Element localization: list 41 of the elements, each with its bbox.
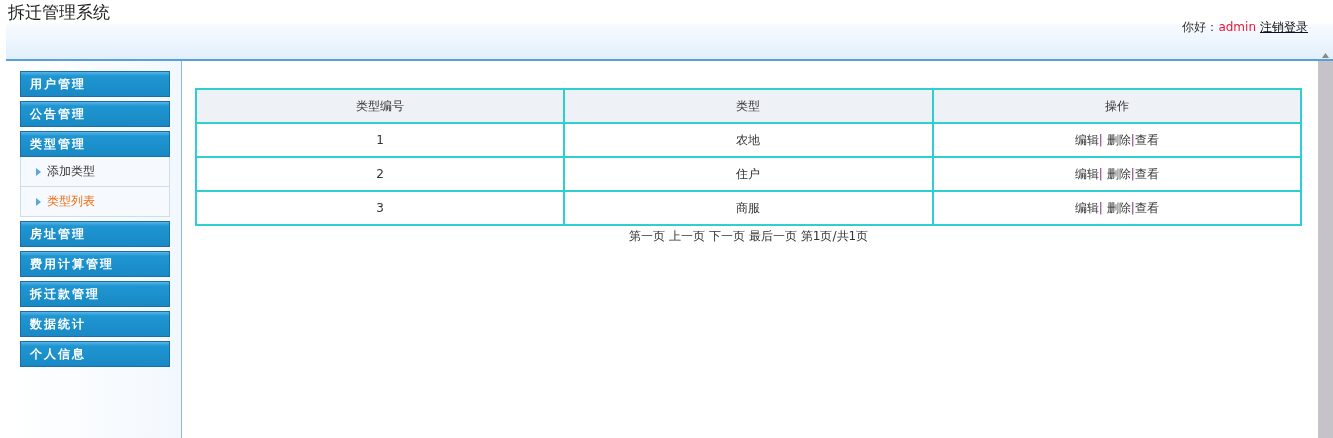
separator: | [1130, 200, 1135, 215]
menu-group[interactable]: 数据统计 [20, 311, 170, 337]
separator: | [1130, 132, 1135, 147]
action-link[interactable]: 删除 [1106, 166, 1131, 181]
action-link[interactable]: 编辑 [1074, 166, 1099, 181]
separator: | [1130, 166, 1135, 181]
triangle-icon [36, 197, 41, 206]
menu-group[interactable]: 房址管理 [20, 221, 170, 247]
menu-group[interactable]: 公告管理 [20, 101, 170, 127]
app-title: 拆迁管理系统 [8, 0, 110, 24]
table-cell: 2 [196, 157, 565, 191]
action-link[interactable]: 编辑 [1074, 200, 1099, 215]
pager-link[interactable]: 下一页 [708, 228, 745, 245]
table-cell: 3 [196, 191, 565, 225]
action-link[interactable]: 删除 [1106, 200, 1131, 215]
username: admin [1218, 22, 1256, 32]
menu-group[interactable]: 个人信息 [20, 341, 170, 367]
separator: | [1098, 166, 1103, 181]
pager-link[interactable]: 第一页 [628, 228, 665, 245]
greeting-label: 你好： [1182, 22, 1219, 32]
table-cell: 商服 [564, 191, 933, 225]
table-cell: 1 [196, 123, 565, 157]
pager-link[interactable]: 最后一页 [748, 228, 797, 245]
action-link[interactable]: 删除 [1106, 132, 1131, 147]
menu-group[interactable]: 用户管理 [20, 71, 170, 97]
menu-group[interactable]: 费用计算管理 [20, 251, 170, 277]
menu-group[interactable]: 类型管理 [20, 131, 170, 157]
separator: | [1098, 132, 1103, 147]
action-link[interactable]: 编辑 [1074, 132, 1099, 147]
column-header: 操作 [932, 89, 1301, 123]
pager-link[interactable]: 上一页 [668, 228, 705, 245]
triangle-icon [36, 167, 41, 176]
menu-group[interactable]: 拆迁款管理 [20, 281, 170, 307]
column-header: 类型 [564, 89, 933, 123]
page-status: 第1页/共1页 [800, 228, 869, 245]
table-cell: 住户 [564, 157, 933, 191]
logout-link[interactable]: 注销登录 [1260, 22, 1308, 32]
table-cell: 农地 [564, 123, 933, 157]
scroll-up-icon[interactable] [1322, 53, 1329, 58]
column-header: 类型编号 [196, 89, 565, 123]
separator: | [1098, 200, 1103, 215]
